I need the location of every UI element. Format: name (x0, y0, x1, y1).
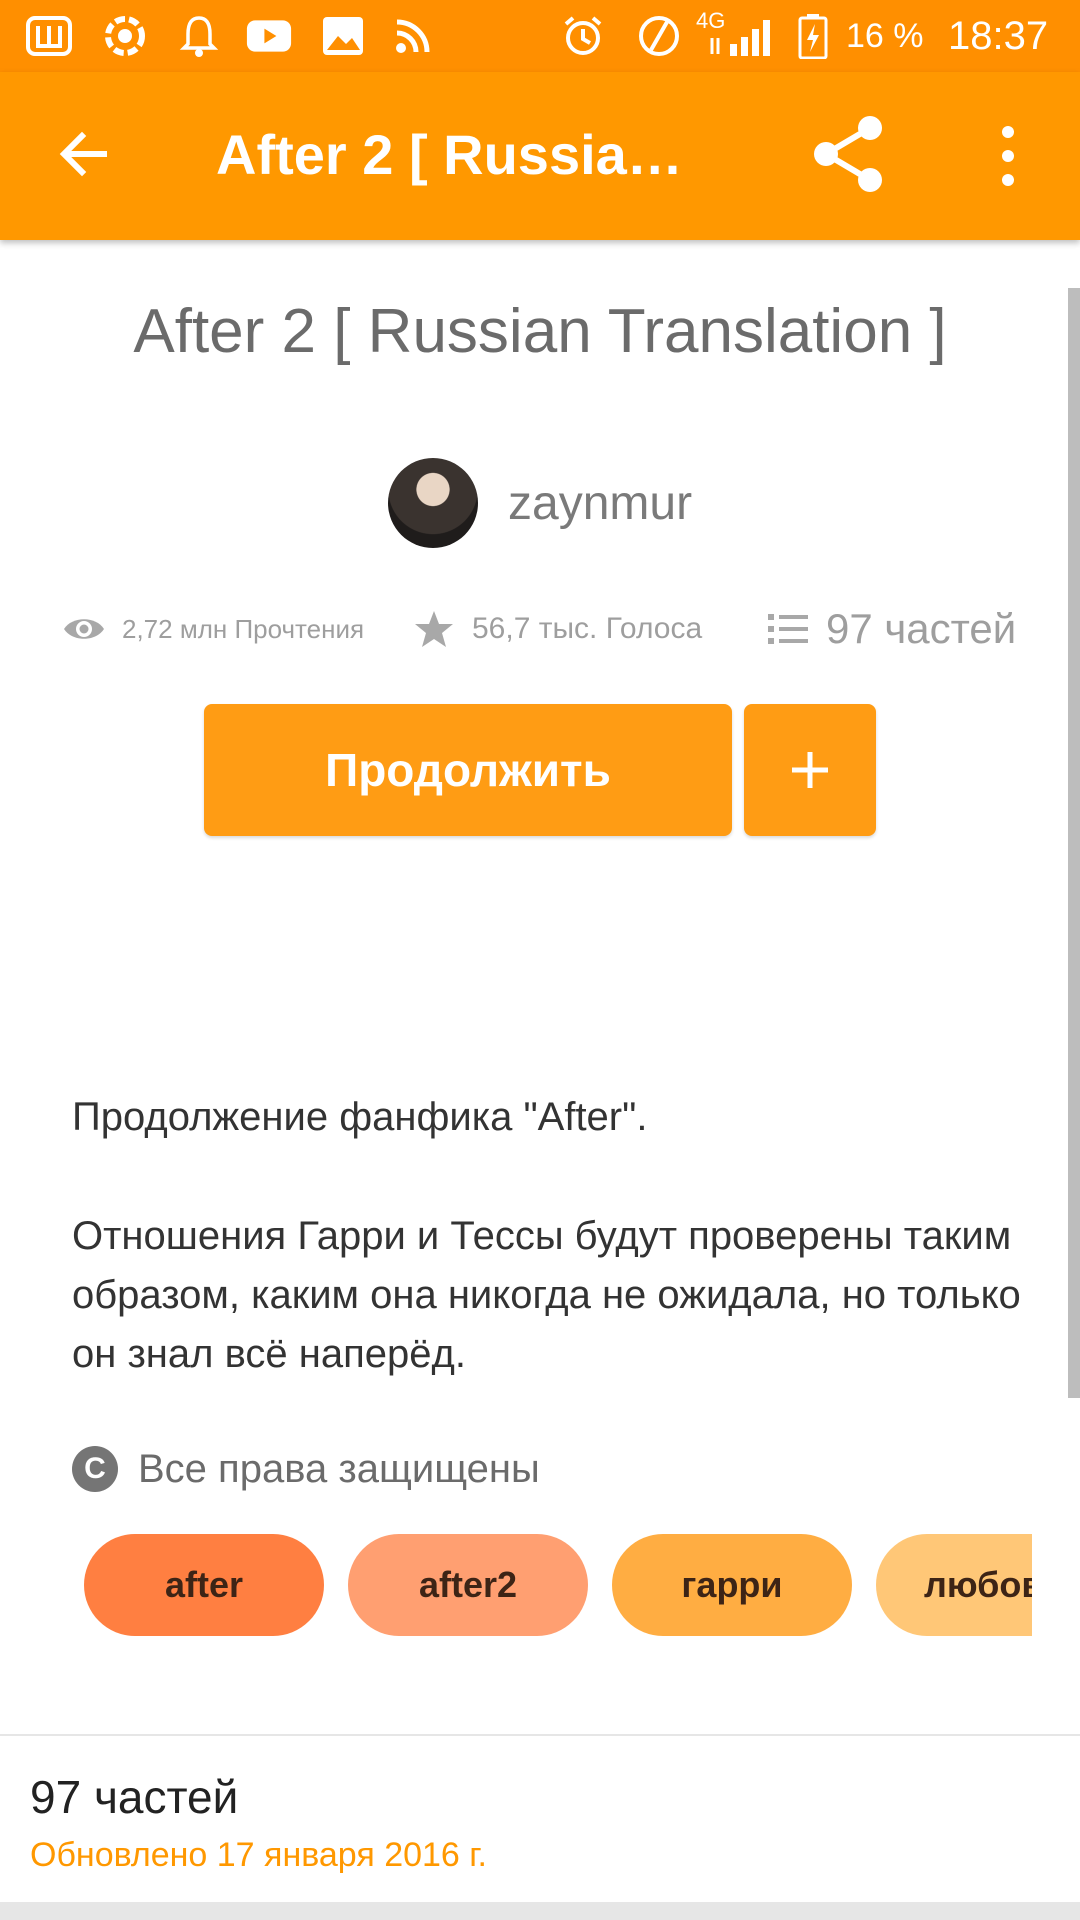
story-description-body: Отношения Гарри и Тессы будут проверены … (72, 1214, 1021, 1376)
sync-icon (102, 14, 148, 58)
reads-count: 2,72 млн Прочтения (122, 613, 365, 644)
app-icon (26, 14, 72, 58)
status-bar: 4G 16 % 18:37 (0, 0, 1080, 72)
section-divider (0, 1734, 1080, 1736)
list-icon (766, 607, 810, 651)
youtube-icon (246, 14, 292, 58)
tag-label: гарри (681, 1564, 783, 1605)
tag-harry[interactable]: гарри (612, 1534, 852, 1636)
tag-after2[interactable]: after2 (348, 1534, 588, 1636)
tag-after[interactable]: after (84, 1534, 324, 1636)
copyright-label: Все права защищены (138, 1446, 540, 1491)
star-icon (412, 607, 456, 651)
no-disturb-icon (636, 14, 682, 58)
plus-icon (792, 752, 828, 788)
battery-icon (796, 14, 830, 59)
votes-stat: 56,7 тыс. Голоса (412, 604, 702, 654)
rss-icon (390, 14, 436, 58)
copyright-notice: C Все права защищены (72, 1446, 540, 1492)
bottom-divider (0, 1902, 1080, 1920)
app-bar: After 2 [ Russian Translation ] (0, 72, 1080, 240)
parts-count: 97 частей (826, 605, 1017, 652)
battery-percent: 16 % (846, 17, 924, 55)
tag-label: after2 (418, 1564, 518, 1605)
signal-icon (708, 14, 778, 58)
add-to-library-button[interactable]: + (744, 704, 876, 836)
more-vert-icon[interactable] (984, 118, 1032, 194)
scroll-indicator[interactable] (1068, 288, 1080, 1398)
continue-reading-button[interactable]: Продолжить (204, 704, 732, 836)
tag-love[interactable]: любовь (876, 1534, 1032, 1636)
bell-icon (176, 14, 222, 58)
continue-reading-label: Продолжить (325, 744, 611, 796)
story-title: After 2 [ Russian Translation ] (133, 297, 947, 366)
tag-label: любовь (924, 1564, 1032, 1605)
gallery-icon (320, 14, 366, 58)
tag-label: after (164, 1564, 244, 1605)
arrow-back-icon[interactable] (52, 122, 116, 186)
share-icon[interactable] (808, 112, 892, 196)
clock: 18:37 (948, 14, 1049, 58)
updated-date: Обновлено 17 января 2016 г. (30, 1836, 487, 1874)
reads-stat: 2,72 млн Прочтения (62, 604, 364, 654)
eye-icon (62, 607, 106, 651)
tag-list[interactable]: after after2 гарри любовь (84, 1534, 1032, 1636)
app-bar-title: After 2 [ Russian Translation ] (216, 123, 706, 186)
author-name[interactable]: zaynmur (508, 476, 692, 531)
author-avatar[interactable] (388, 458, 478, 548)
parts-stat: 97 частей (766, 604, 1016, 654)
story-description-intro: Продолжение фанфика "After". (72, 1095, 648, 1139)
parts-section-title[interactable]: 97 частей (30, 1770, 238, 1824)
copyright-icon: C (72, 1446, 118, 1492)
alarm-icon (560, 14, 606, 58)
votes-count: 56,7 тыс. Голоса (472, 612, 703, 645)
